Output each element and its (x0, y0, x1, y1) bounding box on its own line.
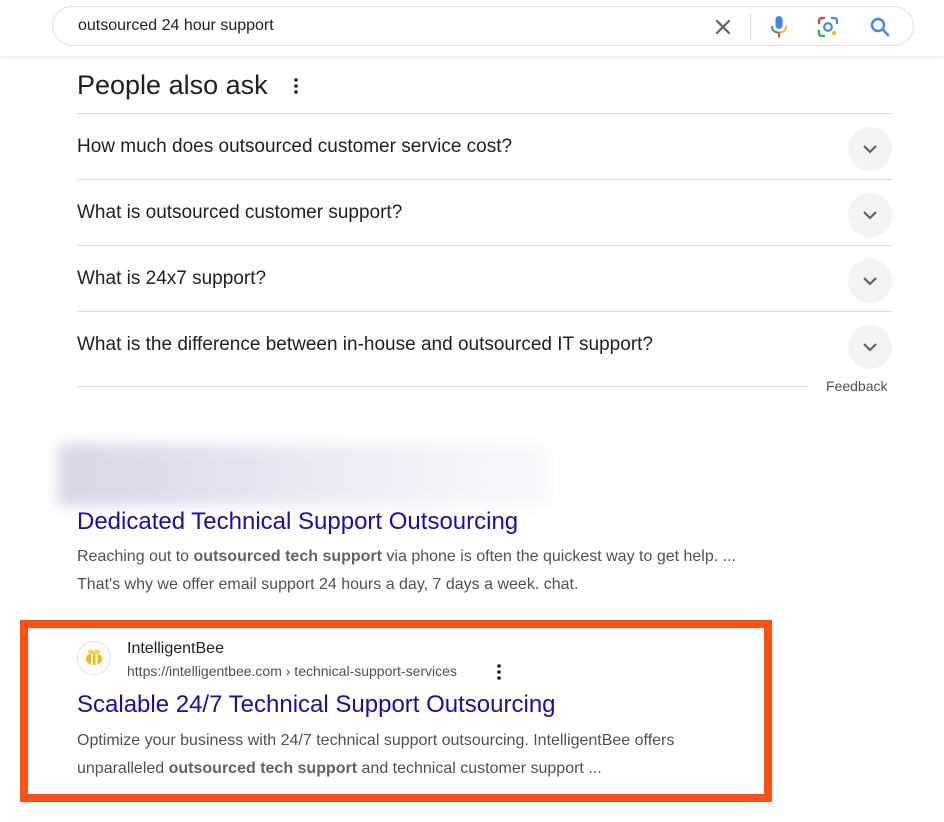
paa-question-text: How much does outsourced customer servic… (77, 136, 513, 157)
chevron-down-icon[interactable] (848, 127, 892, 171)
site-url[interactable]: https://intelligentbee.com › technical-s… (127, 663, 457, 679)
bee-favicon-icon[interactable] (77, 641, 111, 675)
paa-question-text: What is 24x7 support? (77, 268, 267, 289)
search-input[interactable]: outsourced 24 hour support (78, 17, 274, 35)
top-bar: outsourced 24 hour support (0, 0, 944, 56)
search-divider (750, 14, 751, 40)
site-name[interactable]: IntelligentBee (127, 640, 224, 658)
blurred-result-header (58, 444, 551, 506)
feedback-link[interactable]: Feedback (826, 378, 887, 394)
paa-question[interactable]: What is outsourced customer support? (77, 179, 892, 245)
paa-question-text: What is the difference between in-house … (77, 334, 653, 355)
paa-question[interactable]: How much does outsourced customer servic… (77, 113, 892, 179)
paa-question[interactable]: What is the difference between in-house … (77, 311, 892, 377)
paa-question-text: What is outsourced customer support? (77, 202, 403, 223)
paa-title: People also ask (77, 70, 268, 100)
result-snippet: Optimize your business with 24/7 technic… (77, 732, 675, 777)
result-snippet: Reaching out to outsourced tech support … (77, 548, 736, 593)
chevron-down-icon[interactable] (848, 193, 892, 237)
lens-camera-icon[interactable] (816, 15, 840, 39)
chevron-down-icon[interactable] (848, 259, 892, 303)
paa-bottom-divider (77, 386, 808, 387)
result-title-link[interactable]: Scalable 24/7 Technical Support Outsourc… (77, 691, 556, 719)
paa-question[interactable]: What is 24x7 support? (77, 245, 892, 311)
search-icon[interactable] (868, 15, 892, 39)
result-title-link[interactable]: Dedicated Technical Support Outsourcing (77, 508, 518, 536)
chevron-down-icon[interactable] (848, 325, 892, 369)
search-box[interactable]: outsourced 24 hour support (52, 6, 914, 46)
microphone-icon[interactable] (767, 15, 791, 39)
clear-icon[interactable] (711, 15, 735, 39)
more-options-icon[interactable] (493, 663, 505, 681)
more-options-icon[interactable] (290, 77, 302, 95)
